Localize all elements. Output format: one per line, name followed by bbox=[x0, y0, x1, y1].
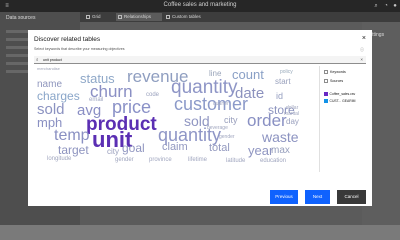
result-item[interactable]: Coffee_sales.csv bbox=[324, 92, 355, 96]
keyword-city[interactable]: city bbox=[224, 116, 238, 125]
clear-icon[interactable]: × bbox=[360, 57, 363, 62]
keyword-beverage[interactable]: beverage bbox=[207, 126, 228, 131]
dialog-description: Select keywords that describe your measu… bbox=[34, 47, 125, 51]
info-icon[interactable]: ⓘ bbox=[360, 47, 364, 53]
relationships-icon bbox=[118, 15, 122, 19]
keyword-max[interactable]: max bbox=[271, 146, 290, 156]
color-swatch-icon bbox=[324, 92, 328, 96]
keyword-latitude[interactable]: latitude bbox=[226, 158, 245, 164]
keyword-claim[interactable]: claim bbox=[162, 142, 188, 153]
keyword-gender[interactable]: gender bbox=[219, 135, 235, 140]
keyword-year[interactable]: year bbox=[248, 144, 273, 157]
tab-custom-tables[interactable]: Custom tables bbox=[164, 13, 210, 21]
keyword-customer[interactable]: customer bbox=[174, 95, 248, 113]
keyword-lifetime[interactable]: lifetime bbox=[188, 157, 207, 163]
user-icon[interactable]: ● bbox=[391, 2, 399, 10]
tab-bar: Grid Relationships Custom tables bbox=[80, 12, 400, 22]
keyword-longitude[interactable]: longitude bbox=[47, 156, 71, 162]
previous-button[interactable]: Previous bbox=[270, 190, 298, 204]
search-value: unit product bbox=[43, 58, 62, 62]
keyword-total[interactable]: total bbox=[209, 143, 230, 154]
next-button[interactable]: Next bbox=[305, 190, 330, 204]
keyword-education[interactable]: education bbox=[260, 158, 286, 164]
discover-related-tables-dialog: Discover related tables × Select keyword… bbox=[28, 30, 372, 206]
sources-filter[interactable]: Sources bbox=[324, 79, 344, 84]
tab-label: Custom tables bbox=[172, 14, 201, 19]
tab-grid[interactable]: Grid bbox=[84, 13, 114, 21]
search-icon: ⌕ bbox=[36, 57, 39, 62]
checkbox-icon bbox=[324, 79, 328, 84]
keyword-marital[interactable]: marital bbox=[284, 112, 299, 117]
tab-label: Relationships bbox=[124, 14, 152, 19]
keyword-goal[interactable]: goal bbox=[122, 142, 145, 154]
tab-relationships[interactable]: Relationships bbox=[116, 13, 162, 21]
search-icon[interactable]: ⌕ bbox=[372, 2, 380, 10]
filter-panel: Keywords Sources Coffee_sales.csv CUST..… bbox=[319, 66, 366, 172]
filter-label: Keywords bbox=[330, 70, 346, 74]
keyword-target[interactable]: target bbox=[58, 144, 89, 156]
title-bar: ≡ Coffee sales and marketing ⌕ ◔ ● bbox=[0, 0, 400, 12]
cancel-button[interactable]: Cancel bbox=[337, 190, 366, 204]
dialog-title: Discover related tables bbox=[34, 36, 101, 43]
keyword-id[interactable]: id bbox=[276, 92, 283, 101]
search-input[interactable]: ⌕ unit product × bbox=[34, 56, 366, 64]
keyword-policy[interactable]: policy bbox=[280, 70, 293, 75]
keyword-temp[interactable]: temp bbox=[54, 128, 90, 144]
notification-icon[interactable]: ◔ bbox=[382, 2, 390, 10]
keyword-start[interactable]: start bbox=[275, 78, 291, 86]
keyword-order[interactable]: order bbox=[247, 112, 287, 129]
result-label: Coffee_sales.csv bbox=[329, 92, 356, 96]
keywords-filter[interactable]: Keywords bbox=[324, 70, 346, 75]
table-icon bbox=[166, 15, 170, 19]
keyword-day[interactable]: day bbox=[286, 118, 299, 126]
left-panel-header: Data sources bbox=[6, 15, 36, 21]
keyword-province[interactable]: province bbox=[149, 157, 172, 163]
keyword-word-cloud: merchandise status revenue line count policy n… bbox=[34, 66, 314, 172]
keyword-merchandise[interactable]: merchandise bbox=[37, 67, 60, 71]
checkbox-icon bbox=[324, 70, 328, 75]
result-label: CUST... GEARIM bbox=[329, 99, 356, 103]
close-icon[interactable]: × bbox=[362, 35, 366, 42]
filter-label: Sources bbox=[330, 79, 344, 83]
color-swatch-icon bbox=[324, 99, 328, 103]
tab-label: Grid bbox=[92, 14, 101, 19]
keyword-quarter[interactable]: quarter bbox=[213, 102, 229, 107]
grid-icon bbox=[86, 15, 90, 19]
result-item[interactable]: CUST... GEARIM bbox=[324, 99, 356, 103]
keyword-waste[interactable]: waste bbox=[262, 130, 299, 144]
window-title: Coffee sales and marketing bbox=[163, 2, 237, 8]
keyword-city[interactable]: city bbox=[107, 148, 119, 156]
keyword-gender[interactable]: gender bbox=[115, 157, 134, 163]
